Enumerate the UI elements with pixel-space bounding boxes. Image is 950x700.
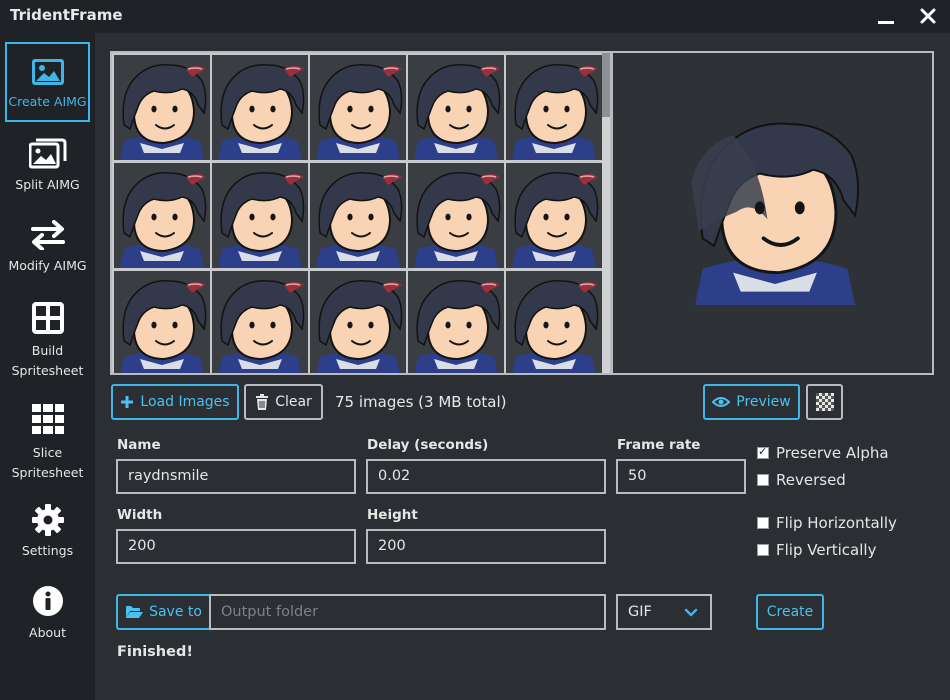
frame-thumbnail[interactable] (114, 271, 210, 373)
image-icon (31, 59, 64, 85)
frame-thumbnail[interactable] (114, 55, 210, 160)
folder-open-icon (126, 606, 144, 618)
framerate-label: Frame rate (617, 437, 701, 453)
sidebar: Create AIMG Split AIMG Modify AIMG Build… (0, 33, 95, 700)
sidebar-item-label: Slice Spritesheet (11, 445, 84, 480)
create-button[interactable]: Create (756, 594, 824, 630)
app-title: TridentFrame (10, 6, 123, 24)
delay-label: Delay (seconds) (367, 437, 489, 453)
sidebar-item-label: Create AIMG (8, 94, 87, 109)
width-field[interactable]: 200 (116, 529, 356, 564)
height-label: Height (367, 507, 418, 523)
sidebar-item-split-aimg[interactable]: Split AIMG (5, 137, 90, 197)
checkbox-box[interactable] (757, 544, 769, 556)
chevron-down-icon (684, 608, 698, 617)
format-select[interactable]: GIF (616, 594, 712, 630)
flip-horizontally-checkbox[interactable]: Flip Horizontally (757, 514, 897, 532)
reversed-checkbox[interactable]: Reversed (757, 471, 846, 489)
frame-thumbnail[interactable] (408, 163, 504, 268)
close-button[interactable] (915, 4, 941, 28)
eye-icon (712, 397, 731, 407)
checkbox-box[interactable] (757, 517, 769, 529)
height-field[interactable]: 200 (366, 529, 606, 564)
frame-thumbnail[interactable] (310, 271, 406, 373)
frame-thumbnail[interactable] (310, 163, 406, 268)
flip-vertically-checkbox[interactable]: Flip Vertically (757, 541, 876, 559)
sidebar-item-label: Modify AIMG (8, 258, 87, 273)
plus-icon (121, 396, 134, 408)
sidebar-item-slice-spritesheet[interactable]: Slice Spritesheet (5, 403, 90, 483)
frame-thumbnail[interactable] (506, 163, 602, 268)
frame-thumbnail[interactable] (310, 55, 406, 160)
frame-thumbnail[interactable] (114, 163, 210, 268)
preview-button[interactable]: Preview (703, 384, 800, 420)
sidebar-item-create-aimg[interactable]: Create AIMG (5, 42, 90, 122)
close-icon (920, 8, 936, 24)
sidebar-item-about[interactable]: About (5, 585, 90, 645)
sidebar-item-build-spritesheet[interactable]: Build Spritesheet (5, 302, 90, 382)
frame-thumbnail[interactable] (506, 271, 602, 373)
sidebar-item-label: Split AIMG (15, 177, 80, 192)
width-label: Width (117, 507, 163, 523)
images-icon (28, 138, 66, 169)
name-label: Name (117, 437, 161, 453)
preview-panel (611, 51, 934, 375)
clear-button[interactable]: Clear (244, 384, 323, 420)
gear-icon (31, 504, 64, 536)
preview-image (691, 122, 859, 305)
frame-grid[interactable] (110, 51, 611, 375)
frame-thumbnail[interactable] (408, 55, 504, 160)
sidebar-item-label: Build Spritesheet (11, 343, 84, 378)
checkbox-box[interactable]: ✓ (757, 445, 769, 459)
framerate-field[interactable]: 50 (616, 459, 746, 494)
status-text: Finished! (117, 644, 193, 660)
info-icon (32, 586, 63, 616)
frame-thumbnail[interactable] (408, 271, 504, 373)
grid-3x3-icon (31, 404, 64, 434)
image-count-text: 75 images (3 MB total) (335, 393, 507, 411)
sidebar-item-settings[interactable]: Settings (5, 503, 90, 563)
sidebar-item-label: Settings (21, 543, 74, 558)
swap-arrows-icon (30, 220, 65, 250)
grid-scrollbar[interactable] (602, 53, 610, 373)
minimize-button[interactable] (873, 4, 899, 28)
sidebar-item-modify-aimg[interactable]: Modify AIMG (5, 220, 90, 280)
delay-field[interactable]: 0.02 (366, 459, 606, 494)
frame-thumbnail[interactable] (212, 55, 308, 160)
save-to-button[interactable]: Save to (116, 594, 211, 630)
check-icon: ✓ (758, 445, 768, 458)
frame-thumbnail[interactable] (212, 271, 308, 373)
sidebar-item-label: About (29, 625, 66, 640)
frame-thumbnail[interactable] (506, 55, 602, 160)
checkerboard-icon (815, 393, 834, 411)
name-field[interactable]: raydnsmile (116, 459, 356, 494)
transparency-toggle-button[interactable] (806, 384, 843, 420)
trash-icon (256, 394, 269, 410)
scrollbar-thumb[interactable] (602, 53, 610, 117)
title-bar: TridentFrame (0, 0, 950, 33)
output-folder-field[interactable]: Output folder (209, 594, 606, 630)
frame-thumbnail[interactable] (212, 163, 308, 268)
grid-2x2-icon (31, 302, 64, 334)
load-images-button[interactable]: Load Images (111, 384, 239, 420)
minimize-icon (878, 21, 894, 24)
checkbox-box[interactable] (757, 474, 769, 486)
preserve-alpha-checkbox[interactable]: ✓ Preserve Alpha (757, 444, 889, 462)
